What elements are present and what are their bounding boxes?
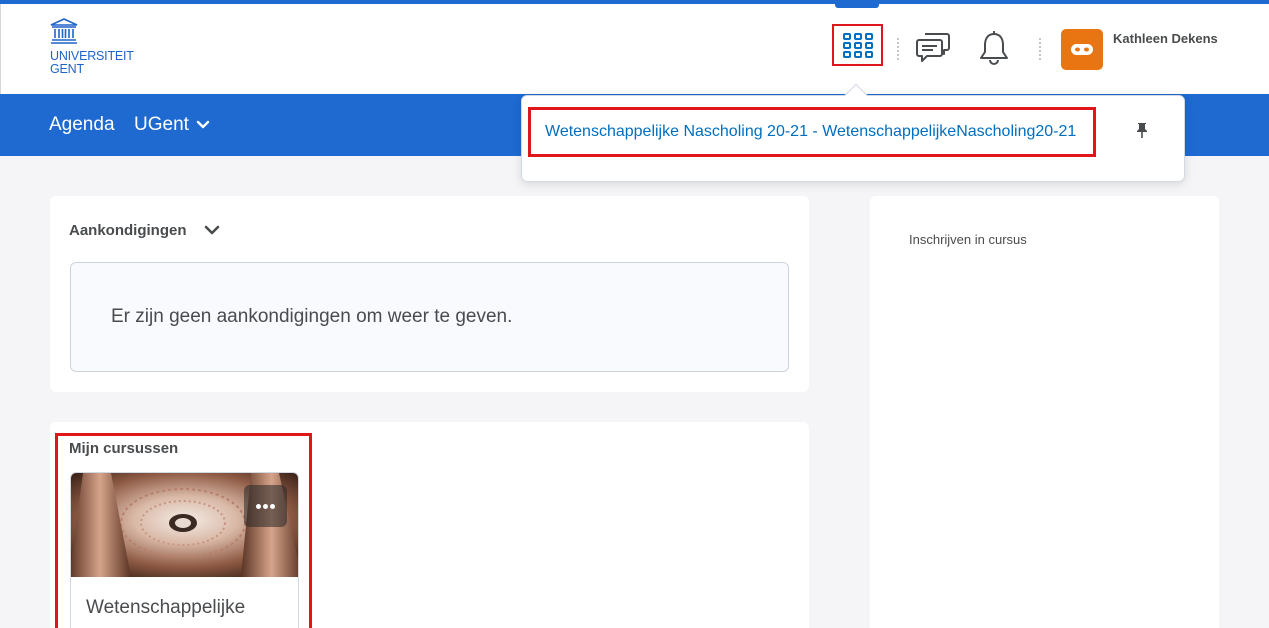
course-selector-item[interactable]: Wetenschappelijke Nascholing 20-21 - Wet… (528, 107, 1096, 157)
enroll-in-course-label: Inschrijven in cursus (909, 232, 1027, 247)
course-selector-button[interactable] (832, 24, 883, 66)
university-building-icon (50, 18, 78, 44)
nav-link-ugent[interactable]: UGent (134, 114, 189, 136)
enroll-widget (870, 196, 1219, 628)
user-avatar[interactable] (1061, 29, 1103, 70)
chevron-down-icon[interactable] (196, 120, 210, 130)
notifications-bell-icon (980, 31, 1008, 65)
message-alerts-icon (916, 33, 950, 62)
announcements-empty-message: Er zijn geen aankondigingen om weer te g… (111, 306, 513, 327)
nav-link-agenda[interactable]: Agenda (49, 114, 115, 136)
header-separator (897, 38, 899, 60)
message-alerts-button[interactable] (915, 29, 953, 67)
logo-text-line2: GENT (50, 62, 84, 76)
chevron-down-icon[interactable] (204, 223, 220, 237)
ugent-logo[interactable]: UNIVERSITEIT GENT (50, 18, 140, 80)
notifications-button[interactable] (975, 30, 1013, 68)
course-selector-grid-icon (843, 33, 873, 59)
user-name[interactable]: Kathleen Dekens (1113, 31, 1218, 46)
announcements-empty-box: Er zijn geen aankondigingen om weer te g… (70, 262, 789, 372)
header-separator (1039, 38, 1041, 60)
announcements-title: Aankondigingen (69, 222, 187, 239)
selector-active-indicator (835, 0, 879, 8)
my-courses-highlight (55, 433, 312, 628)
pin-icon[interactable] (1134, 121, 1150, 139)
course-link[interactable]: Wetenschappelijke Nascholing 20-21 - Wet… (545, 123, 1076, 141)
user-avatar-icon (1071, 44, 1093, 55)
